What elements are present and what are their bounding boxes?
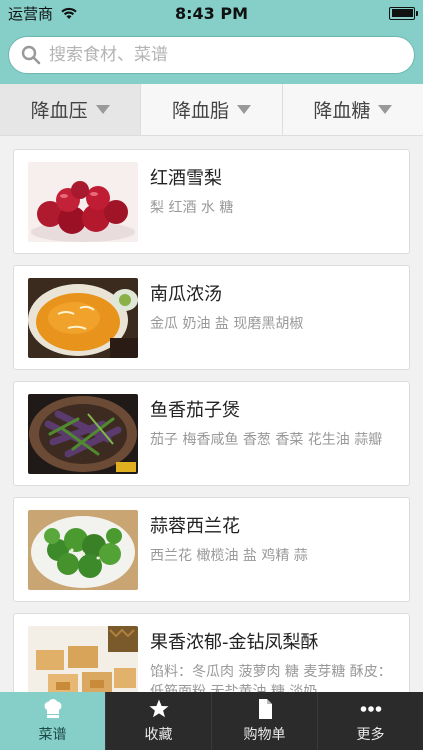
recipe-list[interactable]: 红酒雪梨 梨 红酒 水 糖 南瓜浓汤 金瓜 奶油 盐 现磨黑胡椒 鱼香茄子煲 茄… bbox=[0, 136, 423, 692]
filter-label: 降血脂 bbox=[171, 100, 229, 122]
carrier-group: 运营商 bbox=[8, 3, 79, 24]
tab-shopping-list[interactable]: 购物单 bbox=[212, 692, 318, 750]
document-icon bbox=[258, 699, 272, 719]
tab-recipes[interactable]: 菜谱 bbox=[0, 692, 106, 750]
filter-tab-blood-lipid[interactable]: 降血脂 bbox=[141, 84, 283, 135]
broccoli-photo bbox=[28, 510, 138, 590]
recipe-title: 鱼香茄子煲 bbox=[150, 400, 240, 421]
recipe-ingredients: 茄子 梅香咸鱼 香葱 香菜 花生油 蒜瓣 bbox=[150, 432, 383, 448]
recipe-info: 南瓜浓汤 金瓜 奶油 盐 现磨黑胡椒 bbox=[150, 278, 395, 357]
recipe-ingredients: 梨 红酒 水 糖 bbox=[150, 200, 234, 216]
recipe-card[interactable]: 蒜蓉西兰花 西兰花 橄榄油 盐 鸡精 蒜 bbox=[13, 497, 410, 602]
pineapple-cake-photo bbox=[28, 626, 138, 692]
more-dots-icon bbox=[360, 706, 381, 712]
search-icon bbox=[21, 45, 41, 65]
status-bar: 运营商 8:43 PM bbox=[0, 0, 423, 26]
recipe-info: 鱼香茄子煲 茄子 梅香咸鱼 香葱 香菜 花生油 蒜瓣 bbox=[150, 394, 395, 473]
filter-label: 降血糖 bbox=[313, 100, 371, 122]
recipe-info: 红酒雪梨 梨 红酒 水 糖 bbox=[150, 162, 395, 241]
tab-bar: 菜谱 收藏 购物单 更多 bbox=[0, 692, 423, 750]
wifi-icon bbox=[61, 7, 77, 19]
recipe-ingredients: 金瓜 奶油 盐 现磨黑胡椒 bbox=[150, 316, 304, 332]
filter-tab-blood-pressure[interactable]: 降血压 bbox=[0, 84, 142, 135]
pumpkin-soup-photo bbox=[28, 278, 138, 358]
recipe-card[interactable]: 红酒雪梨 梨 红酒 水 糖 bbox=[13, 149, 410, 254]
dropdown-caret-icon bbox=[237, 105, 251, 114]
recipe-card[interactable]: 果香浓郁-金钻凤梨酥 馅料：冬瓜肉 菠萝肉 糖 麦芽糖 酥皮：低筋面粉 无盐黄油… bbox=[13, 613, 410, 692]
search-box[interactable] bbox=[8, 36, 415, 74]
filter-label: 降血压 bbox=[30, 100, 88, 122]
dropdown-caret-icon bbox=[378, 105, 393, 114]
recipe-title: 红酒雪梨 bbox=[150, 168, 222, 189]
filter-tab-blood-sugar[interactable]: 降血糖 bbox=[283, 84, 423, 135]
search-input[interactable] bbox=[49, 45, 402, 65]
battery-icon bbox=[389, 6, 418, 20]
tab-label: 购物单 bbox=[243, 727, 286, 743]
tab-favorites[interactable]: 收藏 bbox=[106, 692, 212, 750]
dropdown-caret-icon bbox=[95, 105, 110, 114]
recipe-card[interactable]: 南瓜浓汤 金瓜 奶油 盐 现磨黑胡椒 bbox=[13, 265, 410, 370]
recipe-title: 蒜蓉西兰花 bbox=[150, 516, 240, 537]
recipe-card[interactable]: 鱼香茄子煲 茄子 梅香咸鱼 香葱 香菜 花生油 蒜瓣 bbox=[13, 381, 410, 486]
red-wine-pear-photo bbox=[28, 162, 138, 242]
eggplant-pot-photo bbox=[28, 394, 138, 474]
recipe-info: 蒜蓉西兰花 西兰花 橄榄油 盐 鸡精 蒜 bbox=[150, 510, 395, 589]
recipe-ingredients: 西兰花 橄榄油 盐 鸡精 蒜 bbox=[150, 548, 308, 564]
recipe-ingredients: 馅料：冬瓜肉 菠萝肉 糖 麦芽糖 酥皮：低筋面粉 无盐黄油 糖 淡奶 bbox=[150, 664, 392, 692]
tab-more[interactable]: 更多 bbox=[318, 692, 423, 750]
tab-label: 菜谱 bbox=[38, 727, 67, 743]
tab-label: 更多 bbox=[356, 727, 385, 743]
filter-bar: 降血压 降血脂 降血糖 bbox=[0, 84, 423, 136]
tab-label: 收藏 bbox=[144, 727, 173, 743]
recipe-info: 果香浓郁-金钻凤梨酥 馅料：冬瓜肉 菠萝肉 糖 麦芽糖 酥皮：低筋面粉 无盐黄油… bbox=[150, 626, 395, 692]
chef-hat-icon bbox=[44, 699, 61, 718]
recipe-title: 果香浓郁-金钻凤梨酥 bbox=[150, 632, 319, 653]
search-header bbox=[0, 26, 423, 84]
recipe-title: 南瓜浓汤 bbox=[150, 284, 222, 305]
star-icon bbox=[149, 699, 168, 718]
carrier-name: 运营商 bbox=[8, 4, 54, 23]
